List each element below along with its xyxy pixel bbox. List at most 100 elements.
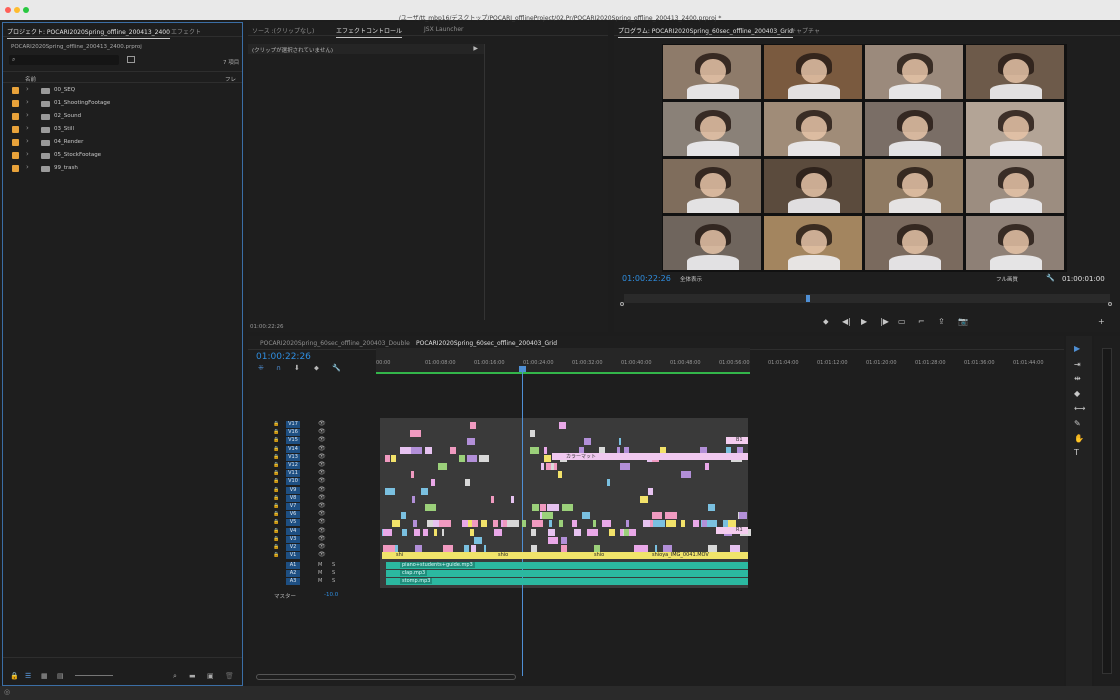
bin-02_sound[interactable]: › 02_Sound <box>3 110 242 123</box>
track-label-v8[interactable]: V8 <box>286 494 300 502</box>
video-clip[interactable] <box>557 471 561 479</box>
video-clip[interactable] <box>606 479 610 487</box>
video-clip[interactable] <box>531 545 537 552</box>
track-visibility-icon[interactable]: 👁 <box>318 502 326 509</box>
track-lock-icon[interactable]: 🔒 <box>273 544 279 550</box>
video-clip[interactable] <box>432 520 439 528</box>
video-clip[interactable] <box>425 504 437 511</box>
new-bin-icon[interactable] <box>127 56 135 63</box>
video-clip[interactable] <box>544 454 551 462</box>
timeline-scrollbar[interactable] <box>256 674 516 680</box>
track-label-v12[interactable]: V12 <box>286 462 300 469</box>
video-clip[interactable] <box>559 520 564 528</box>
video-clip[interactable] <box>680 520 685 528</box>
play-icon[interactable]: ▶ <box>861 317 867 326</box>
track-lock-icon[interactable]: 🔒 <box>273 429 279 435</box>
track-select-tool-icon[interactable]: ⇥ <box>1074 360 1081 369</box>
b1-clip[interactable]: B1 <box>726 437 748 444</box>
video-clip[interactable] <box>467 454 477 462</box>
video-clip[interactable] <box>410 446 422 454</box>
video-clip[interactable] <box>491 495 494 503</box>
freeform-view-icon[interactable]: ▤ <box>57 672 64 680</box>
track-visibility-icon[interactable]: 👁 <box>318 428 326 435</box>
video-clip[interactable] <box>550 463 555 470</box>
disclosure-arrow-icon[interactable]: › <box>26 85 29 93</box>
video-clip[interactable] <box>634 545 644 552</box>
work-area-bar[interactable] <box>376 372 750 374</box>
label-color-swatch[interactable] <box>12 152 19 159</box>
track-visibility-icon[interactable]: 👁 <box>318 494 326 501</box>
video-clip[interactable] <box>608 528 615 536</box>
track-label-v15[interactable]: V15 <box>286 437 300 445</box>
video-clip[interactable] <box>652 512 663 520</box>
video-clip[interactable] <box>390 454 396 462</box>
video-clip[interactable] <box>594 545 600 552</box>
video-clip[interactable] <box>548 520 553 528</box>
video-clip[interactable] <box>462 520 469 528</box>
track-label-v3[interactable]: V3 <box>286 535 300 543</box>
track-label-v16[interactable]: V16 <box>286 429 300 437</box>
track-lock-icon[interactable]: 🔒 <box>273 470 279 476</box>
program-timecode[interactable]: 01:00:22:26 <box>622 274 671 283</box>
video-clip[interactable] <box>442 528 445 536</box>
track-label-v11[interactable]: V11 <box>286 470 300 478</box>
track-visibility-icon[interactable]: 👁 <box>318 527 326 534</box>
tab-program[interactable]: プログラム: POCARI2020Spring_60sec_offline_20… <box>618 26 793 38</box>
track-visibility-icon[interactable]: 👁 <box>318 445 326 452</box>
label-color-swatch[interactable] <box>12 126 19 133</box>
video-clip[interactable] <box>540 504 546 511</box>
video-clip[interactable] <box>493 520 498 528</box>
video-clip[interactable] <box>619 463 631 470</box>
video-clip[interactable] <box>384 454 391 462</box>
label-color-swatch[interactable] <box>12 100 19 107</box>
video-clip[interactable] <box>729 545 740 552</box>
video-clip[interactable] <box>402 528 407 536</box>
track-label-v13[interactable]: V13 <box>286 453 300 461</box>
video-clip[interactable] <box>433 528 438 536</box>
video-clip[interactable] <box>464 545 470 552</box>
add-button-icon[interactable]: + <box>1098 317 1105 326</box>
track-label-v4[interactable]: V4 <box>286 527 300 535</box>
label-color-swatch[interactable] <box>12 165 19 172</box>
settings-wrench-icon[interactable]: 🔧 <box>1046 274 1055 282</box>
track-label-a2[interactable]: A2 <box>286 570 300 578</box>
track-visibility-icon[interactable]: 👁 <box>318 535 326 542</box>
video-clip[interactable] <box>647 487 654 495</box>
color-matte-clip[interactable]: カラーマット <box>552 453 748 460</box>
video-clip[interactable] <box>471 545 476 552</box>
video-clip[interactable] <box>484 545 487 552</box>
audio-clip-a1[interactable]: piano+students+guide.mp3 <box>386 562 748 569</box>
lift-icon[interactable]: ▭ <box>898 317 906 326</box>
video-clip[interactable] <box>470 528 474 536</box>
zoom-select[interactable]: 全体表示 <box>680 275 702 283</box>
solo-button[interactable]: S <box>332 578 335 584</box>
video-clip[interactable] <box>666 520 676 528</box>
bin-99_trash[interactable]: › 99_trash <box>3 162 242 175</box>
solo-button[interactable]: S <box>332 570 335 576</box>
video-clip[interactable] <box>464 479 470 487</box>
video-clip[interactable] <box>421 487 429 495</box>
search-input[interactable]: ⌕ <box>9 55 119 65</box>
video-clip[interactable] <box>530 528 536 536</box>
ripple-edit-tool-icon[interactable]: ⇹ <box>1074 374 1081 383</box>
track-label-a3[interactable]: A3 <box>286 578 300 586</box>
program-scrubber[interactable] <box>624 294 1110 303</box>
track-label-v10[interactable]: V10 <box>286 478 300 486</box>
playhead-handle[interactable] <box>519 366 526 372</box>
bin-01_shootingfootage[interactable]: › 01_ShootingFootage <box>3 97 242 110</box>
master-level[interactable]: -10.0 <box>324 592 338 598</box>
trash-icon[interactable]: 🗑 <box>225 672 234 680</box>
video-clip[interactable] <box>701 520 708 528</box>
play-arrow-icon[interactable]: ▶ <box>473 45 478 52</box>
slip-tool-icon[interactable]: ⟷ <box>1074 404 1085 413</box>
quality-select[interactable]: フル画質 <box>996 275 1018 283</box>
new-item-icon[interactable]: ▣ <box>207 672 214 680</box>
video-clip[interactable] <box>466 438 476 446</box>
track-lock-icon[interactable]: 🔒 <box>273 503 279 509</box>
track-label-v17[interactable]: V17 <box>286 421 300 428</box>
tab-effect-controls[interactable]: エフェクトコントロール <box>336 26 403 38</box>
tab-jsx-launcher[interactable]: JSX Launcher <box>424 26 463 33</box>
video-clip[interactable] <box>469 422 477 429</box>
track-label-v5[interactable]: V5 <box>286 519 300 527</box>
video-clip[interactable] <box>640 495 649 503</box>
